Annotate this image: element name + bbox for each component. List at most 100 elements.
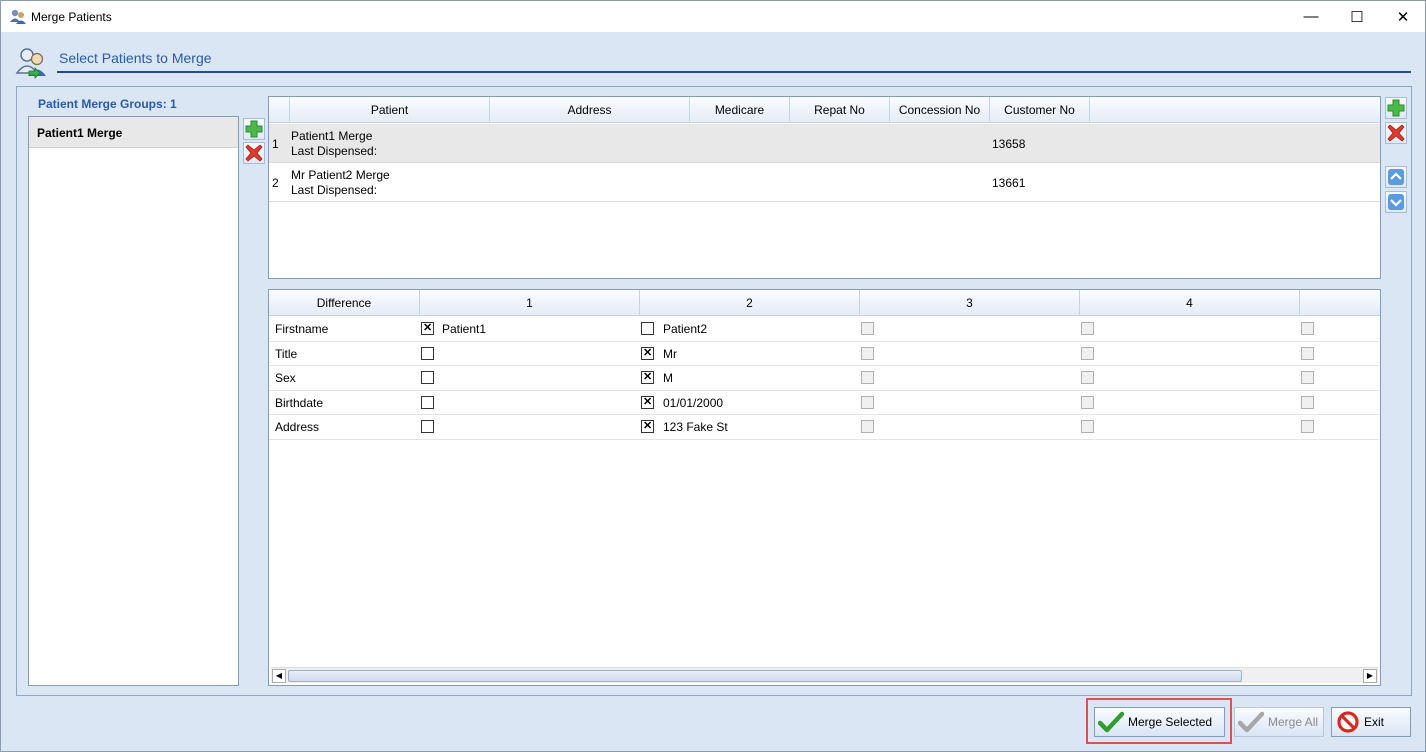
- difference-row: Address 123 Fake St: [269, 415, 1379, 440]
- difference-row: Birthdate 01/01/2000: [269, 391, 1379, 415]
- difference-row: Firstname Patient1 Patient2: [269, 317, 1379, 342]
- select-checkbox-3[interactable]: [861, 395, 874, 409]
- select-checkbox-4[interactable]: [1081, 346, 1094, 360]
- select-checkbox-5[interactable]: [1301, 346, 1314, 360]
- patient-cell: Patient1 Merge Last Dispensed:: [291, 129, 377, 159]
- value-1: Patient1: [442, 322, 487, 336]
- select-checkbox-4[interactable]: [1081, 371, 1094, 384]
- select-checkbox-5[interactable]: [1301, 322, 1314, 335]
- move-down-button[interactable]: [1385, 191, 1407, 213]
- select-checkbox-5[interactable]: [1301, 395, 1314, 409]
- merge-groups-list[interactable]: Patient1 Merge: [28, 116, 239, 686]
- add-icon: [1387, 99, 1405, 117]
- difference-row: Title Mr: [269, 342, 1379, 366]
- merge-selected-button[interactable]: Merge Selected: [1094, 707, 1225, 737]
- select-checkbox-2[interactable]: [641, 322, 654, 335]
- differences-grid-header: Difference 1 2 3 4: [269, 290, 1380, 316]
- merge-selected-label: Merge Selected: [1128, 715, 1213, 729]
- scroll-left-arrow[interactable]: ◀: [272, 669, 286, 683]
- col-customer-no[interactable]: Customer No: [990, 97, 1090, 123]
- select-checkbox-4[interactable]: [1081, 395, 1094, 409]
- row-number: 2: [272, 176, 279, 190]
- col-patient-1[interactable]: 1: [420, 290, 640, 316]
- row-num-header: [269, 97, 290, 123]
- difference-label: Title: [275, 346, 298, 361]
- select-checkbox-4[interactable]: [1081, 420, 1094, 433]
- col-patient-3[interactable]: 3: [860, 290, 1080, 316]
- merge-group-item[interactable]: Patient1 Merge: [29, 117, 238, 148]
- select-checkbox-2[interactable]: [641, 395, 654, 409]
- col-concession-no[interactable]: Concession No: [890, 97, 990, 123]
- select-checkbox-1[interactable]: [421, 321, 434, 335]
- value-2: Mr: [663, 346, 677, 361]
- differences-grid[interactable]: Difference 1 2 3 4 Firstname Patient1 Pa…: [268, 289, 1381, 686]
- maximize-icon: ☐: [1350, 8, 1364, 26]
- close-button[interactable]: ✕: [1380, 1, 1426, 32]
- header-divider: [57, 71, 1411, 73]
- add-group-button[interactable]: [243, 118, 265, 140]
- minimize-button[interactable]: —: [1288, 1, 1334, 32]
- patient-name: Patient1 Merge: [291, 129, 373, 143]
- horizontal-scrollbar[interactable]: ◀ ▶: [271, 667, 1378, 683]
- select-checkbox-3[interactable]: [861, 371, 874, 384]
- delete-icon: [1387, 124, 1405, 142]
- patient-row[interactable]: 1 Patient1 Merge Last Dispensed: 13658: [269, 124, 1380, 163]
- difference-label: Firstname: [275, 322, 329, 336]
- add-patient-button[interactable]: [1385, 97, 1407, 119]
- remove-patient-button[interactable]: [1385, 122, 1407, 144]
- patients-grid[interactable]: Patient Address Medicare Repat No Conces…: [268, 96, 1381, 279]
- select-checkbox-5[interactable]: [1301, 371, 1314, 384]
- last-dispensed: Last Dispensed:: [291, 144, 378, 158]
- exit-button[interactable]: Exit: [1331, 707, 1411, 737]
- remove-group-button[interactable]: [243, 142, 265, 164]
- merge-all-label: Merge All: [1268, 715, 1319, 729]
- difference-label: Birthdate: [275, 395, 324, 410]
- window-title: Merge Patients: [31, 10, 112, 24]
- select-checkbox-3[interactable]: [861, 346, 874, 360]
- select-checkbox-1[interactable]: [421, 371, 434, 384]
- select-checkbox-1[interactable]: [421, 395, 434, 409]
- maximize-button[interactable]: ☐: [1334, 1, 1380, 32]
- select-checkbox-1[interactable]: [421, 420, 434, 433]
- page-title: Select Patients to Merge: [59, 50, 212, 66]
- add-icon: [245, 120, 263, 138]
- scroll-right-arrow[interactable]: ▶: [1363, 669, 1377, 683]
- scroll-thumb[interactable]: [288, 670, 1242, 682]
- delete-icon: [245, 144, 263, 162]
- difference-label: Sex: [275, 371, 296, 385]
- customer-no: 13658: [992, 137, 1026, 151]
- difference-label: Address: [275, 420, 320, 434]
- select-checkbox-2[interactable]: [641, 346, 654, 360]
- check-icon: [1238, 711, 1264, 733]
- select-checkbox-1[interactable]: [421, 346, 434, 360]
- col-patient-2[interactable]: 2: [640, 290, 860, 316]
- patients-app-icon: [10, 9, 26, 24]
- value-2: Patient2: [663, 322, 708, 336]
- last-dispensed: Last Dispensed:: [291, 183, 378, 197]
- chevron-up-icon: [1388, 169, 1404, 185]
- title-bar: Merge Patients — ☐ ✕: [1, 1, 1425, 32]
- col-medicare[interactable]: Medicare: [690, 97, 790, 123]
- select-checkbox-2[interactable]: [641, 370, 654, 384]
- col-difference[interactable]: Difference: [269, 290, 420, 316]
- patient-name: Mr Patient2 Merge: [291, 168, 390, 182]
- merge-all-button[interactable]: Merge All: [1234, 707, 1324, 737]
- select-checkbox-3[interactable]: [861, 420, 874, 433]
- patients-grid-header: Patient Address Medicare Repat No Conces…: [269, 97, 1380, 123]
- col-patient-4[interactable]: 4: [1080, 290, 1300, 316]
- col-address[interactable]: Address: [490, 97, 690, 123]
- chevron-down-icon: [1388, 194, 1404, 210]
- col-repat-no[interactable]: Repat No: [790, 97, 890, 123]
- select-checkbox-5[interactable]: [1301, 420, 1314, 433]
- select-checkbox-2[interactable]: [641, 419, 654, 433]
- move-up-button[interactable]: [1385, 166, 1407, 188]
- check-icon: [1098, 711, 1124, 733]
- select-checkbox-4[interactable]: [1081, 322, 1094, 335]
- select-checkbox-3[interactable]: [861, 322, 874, 335]
- merge-patients-window: Merge Patients — ☐ ✕ Select Patients to …: [0, 0, 1426, 752]
- patient-row[interactable]: 2 Mr Patient2 Merge Last Dispensed: 1366…: [269, 163, 1380, 202]
- value-2: 01/01/2000: [663, 395, 724, 410]
- patient-cell: Mr Patient2 Merge Last Dispensed:: [291, 168, 390, 198]
- col-patient[interactable]: Patient: [290, 97, 490, 123]
- merge-groups-label: Patient Merge Groups: 1: [38, 97, 177, 111]
